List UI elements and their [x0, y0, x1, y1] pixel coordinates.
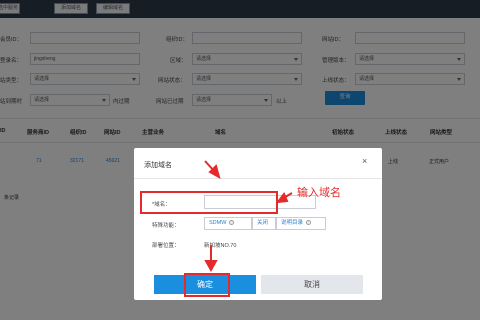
- arrow-to-confirm-head: [204, 260, 218, 273]
- annotation-arrows: [204, 160, 293, 273]
- arrow-to-domain-head: [275, 192, 289, 204]
